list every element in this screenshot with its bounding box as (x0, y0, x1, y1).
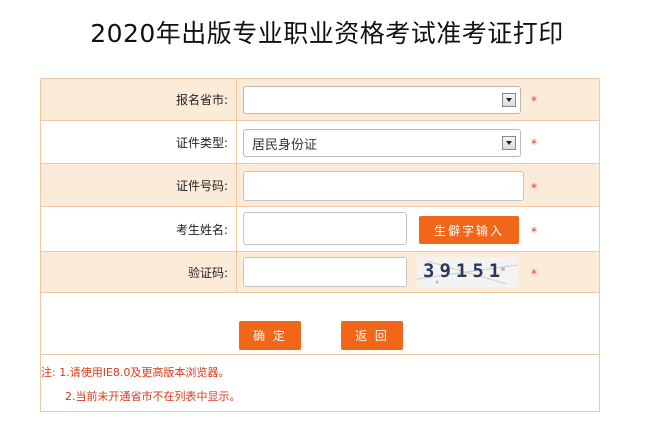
id-type-select[interactable]: 居民身份证 (243, 129, 521, 157)
chevron-down-icon[interactable] (502, 93, 516, 107)
print-form: 报名省市: * 证件类型: 居民身份证 * 证件号码: * 考生姓名: 生僻字输… (40, 78, 600, 412)
captcha-row: 验证码: 39151 * (41, 252, 599, 293)
id-type-value: 居民身份证 (252, 137, 318, 153)
id-number-input[interactable] (243, 171, 524, 201)
captcha-input[interactable] (243, 257, 407, 287)
province-select[interactable] (243, 86, 521, 114)
id-number-label: 证件号码: (41, 164, 237, 206)
captcha-image[interactable]: 39151 (417, 257, 517, 287)
required-marker: * (531, 225, 537, 239)
name-row: 考生姓名: 生僻字输入 * (41, 207, 599, 252)
captcha-text: 39151 (423, 260, 506, 282)
back-button[interactable]: 返 回 (341, 321, 403, 350)
name-input[interactable] (243, 212, 407, 245)
captcha-label: 验证码: (41, 252, 237, 292)
name-label: 考生姓名: (41, 207, 237, 251)
rare-char-input-button[interactable]: 生僻字输入 (419, 216, 519, 244)
required-marker: * (531, 137, 537, 151)
id-type-row: 证件类型: 居民身份证 * (41, 121, 599, 164)
id-number-row: 证件号码: * (41, 164, 599, 207)
required-marker: * (531, 94, 537, 108)
required-marker: * (531, 181, 537, 195)
id-type-label: 证件类型: (41, 121, 237, 163)
note-line-1: 注: 1.请使用IE8.0及更高版本浏览器。 (41, 366, 230, 379)
actions-row: 确 定 返 回 (41, 293, 599, 355)
page-title: 2020年出版专业职业资格考试准考证打印 (90, 19, 564, 48)
required-marker: * (531, 267, 537, 281)
confirm-button[interactable]: 确 定 (239, 321, 301, 350)
province-label: 报名省市: (41, 79, 237, 120)
province-row: 报名省市: * (41, 79, 599, 121)
note-line-2: 2.当前未开通省市不在列表中显示。 (65, 390, 241, 403)
chevron-down-icon[interactable] (502, 136, 516, 150)
